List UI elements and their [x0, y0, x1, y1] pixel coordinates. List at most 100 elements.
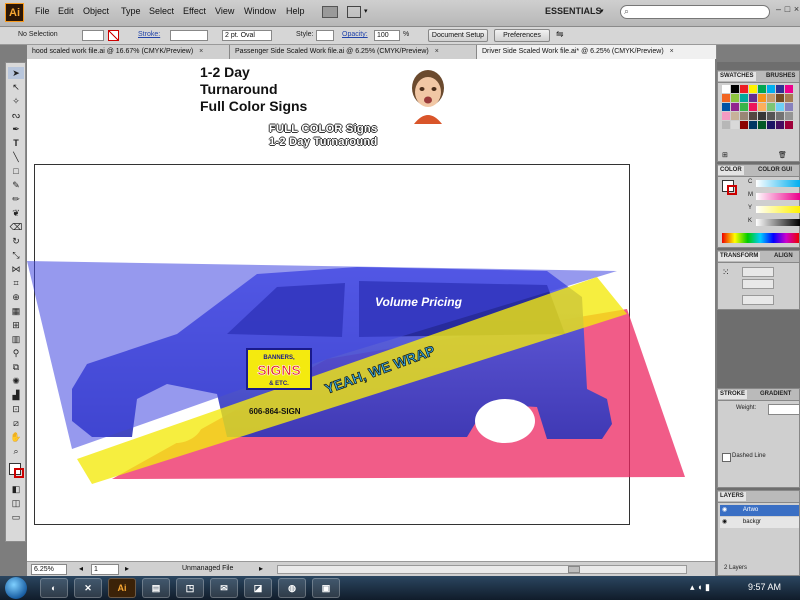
close-icon[interactable]: × [435, 48, 439, 55]
color-spectrum[interactable] [722, 233, 799, 243]
swatch[interactable] [722, 103, 730, 111]
screen-mode-icon[interactable]: ▭ [8, 511, 24, 523]
tab-color-guide[interactable]: COLOR GUI [756, 166, 794, 175]
swatch[interactable] [785, 121, 793, 129]
opacity-label[interactable]: Opacity: [342, 31, 368, 38]
swatch[interactable] [776, 112, 784, 120]
menu-help[interactable]: Help [286, 6, 305, 16]
graph-tool-icon[interactable]: ▟ [8, 389, 24, 401]
tab-passenger-file[interactable]: Passenger Side Scaled Work file.ai @ 6.2… [230, 45, 477, 59]
minimize-icon[interactable]: – [774, 5, 783, 14]
app-icon[interactable]: ▣ [312, 578, 340, 598]
tab-swatches[interactable]: SWATCHES [718, 72, 756, 81]
swatch[interactable] [776, 94, 784, 102]
brush-dropdown[interactable]: 2 pt. Oval [222, 30, 272, 41]
bridge-icon[interactable] [322, 6, 338, 18]
swatch[interactable] [758, 85, 766, 93]
weight-field[interactable] [768, 404, 800, 415]
horizontal-scrollbar[interactable] [277, 565, 687, 574]
color-mode-icon[interactable]: ◧ [8, 483, 24, 495]
eye-icon[interactable]: ◉ [722, 519, 727, 525]
swatch[interactable] [749, 94, 757, 102]
swatch[interactable] [767, 121, 775, 129]
swatch[interactable] [758, 112, 766, 120]
magic-wand-tool-icon[interactable]: ✧ [8, 95, 24, 107]
close-icon[interactable]: × [792, 5, 800, 14]
swatch[interactable] [776, 103, 784, 111]
type-tool-icon[interactable]: T [8, 137, 24, 149]
tab-driver-file[interactable]: Driver Side Scaled Work file.ai* @ 6.25%… [477, 45, 717, 59]
scroll-thumb[interactable] [568, 566, 580, 573]
fill-color-dropdown[interactable] [82, 30, 104, 41]
swatch[interactable] [785, 85, 793, 93]
app-icon[interactable]: ◳ [176, 578, 204, 598]
free-transform-tool-icon[interactable]: ⌗ [8, 277, 24, 289]
perspective-grid-tool-icon[interactable]: ▦ [8, 305, 24, 317]
pen-tool-icon[interactable]: ✒ [8, 123, 24, 135]
app-icon[interactable]: ◍ [278, 578, 306, 598]
swatch[interactable] [731, 85, 739, 93]
excel-icon[interactable]: ✕ [74, 578, 102, 598]
menu-select[interactable]: Select [149, 6, 174, 16]
artboard-tool-icon[interactable]: ⊡ [8, 403, 24, 415]
chevron-down-icon[interactable]: ▾ [364, 7, 368, 15]
hand-tool-icon[interactable]: ✋ [8, 431, 24, 443]
app-icon[interactable]: ✉ [210, 578, 238, 598]
dashed-line-checkbox[interactable] [722, 453, 731, 462]
swatch-grid[interactable] [722, 85, 800, 149]
swatch[interactable] [731, 103, 739, 111]
swatch[interactable] [776, 85, 784, 93]
tab-color[interactable]: COLOR [718, 166, 744, 175]
swatch[interactable] [785, 112, 793, 120]
mesh-tool-icon[interactable]: ⊞ [8, 319, 24, 331]
scale-tool-icon[interactable]: ⤡ [8, 249, 24, 261]
width-tool-icon[interactable]: ⋈ [8, 263, 24, 275]
gradient-tool-icon[interactable]: ▥ [8, 333, 24, 345]
stroke-weight-field[interactable] [170, 30, 208, 41]
stroke-label[interactable]: Stroke: [138, 31, 160, 38]
swatch[interactable] [767, 85, 775, 93]
color-stroke-swatch[interactable] [727, 185, 737, 195]
tab-brushes[interactable]: BRUSHES [764, 72, 797, 81]
menu-edit[interactable]: Edit [58, 6, 74, 16]
zoom-tool-icon[interactable]: ⌕ [8, 445, 24, 457]
swatch[interactable] [767, 94, 775, 102]
tab-gradient[interactable]: GRADIENT [758, 390, 793, 399]
eye-icon[interactable]: ◉ [722, 507, 727, 513]
firefox-icon[interactable]: ◐ [40, 578, 68, 598]
eyedropper-tool-icon[interactable]: ⚲ [8, 347, 24, 359]
paintbrush-tool-icon[interactable]: ✎ [8, 179, 24, 191]
swatch[interactable] [731, 112, 739, 120]
reference-point-icon[interactable]: ⁙ [722, 267, 730, 278]
swatch[interactable] [749, 121, 757, 129]
close-icon[interactable]: × [199, 48, 203, 55]
tab-stroke[interactable]: STROKE [718, 390, 748, 399]
next-artboard-icon[interactable]: ▸ [125, 564, 129, 573]
rectangle-tool-icon[interactable]: □ [8, 165, 24, 177]
tab-hood-file[interactable]: hood scaled work file.ai @ 16.67% (CMYK/… [27, 45, 230, 59]
arrange-icon[interactable]: ⇋ [556, 29, 564, 40]
start-button[interactable] [5, 577, 27, 599]
stroke-color-swatch[interactable] [108, 30, 119, 41]
black-slider[interactable] [756, 219, 800, 226]
rotate-field[interactable] [742, 295, 774, 305]
swatch[interactable] [785, 103, 793, 111]
eraser-tool-icon[interactable]: ⌫ [8, 221, 24, 233]
swatch[interactable] [740, 85, 748, 93]
swatch[interactable] [740, 112, 748, 120]
direct-selection-tool-icon[interactable]: ↖ [8, 81, 24, 93]
shape-builder-tool-icon[interactable]: ⊕ [8, 291, 24, 303]
menu-file[interactable]: File [35, 6, 50, 16]
tab-align[interactable]: ALIGN [772, 252, 795, 261]
blend-tool-icon[interactable]: ⧉ [8, 361, 24, 373]
menu-effect[interactable]: Effect [183, 6, 206, 16]
yellow-slider[interactable] [756, 206, 800, 213]
rotate-tool-icon[interactable]: ↻ [8, 235, 24, 247]
tray-icons[interactable]: ▴ ◖ ▮ [690, 582, 710, 593]
pencil-tool-icon[interactable]: ✏ [8, 193, 24, 205]
preferences-button[interactable]: Preferences [494, 29, 550, 42]
stroke-swatch[interactable] [14, 468, 24, 478]
menu-window[interactable]: Window [244, 6, 276, 16]
artboard-number-field[interactable]: 1 [91, 564, 119, 575]
stroke-options[interactable] [722, 419, 797, 447]
